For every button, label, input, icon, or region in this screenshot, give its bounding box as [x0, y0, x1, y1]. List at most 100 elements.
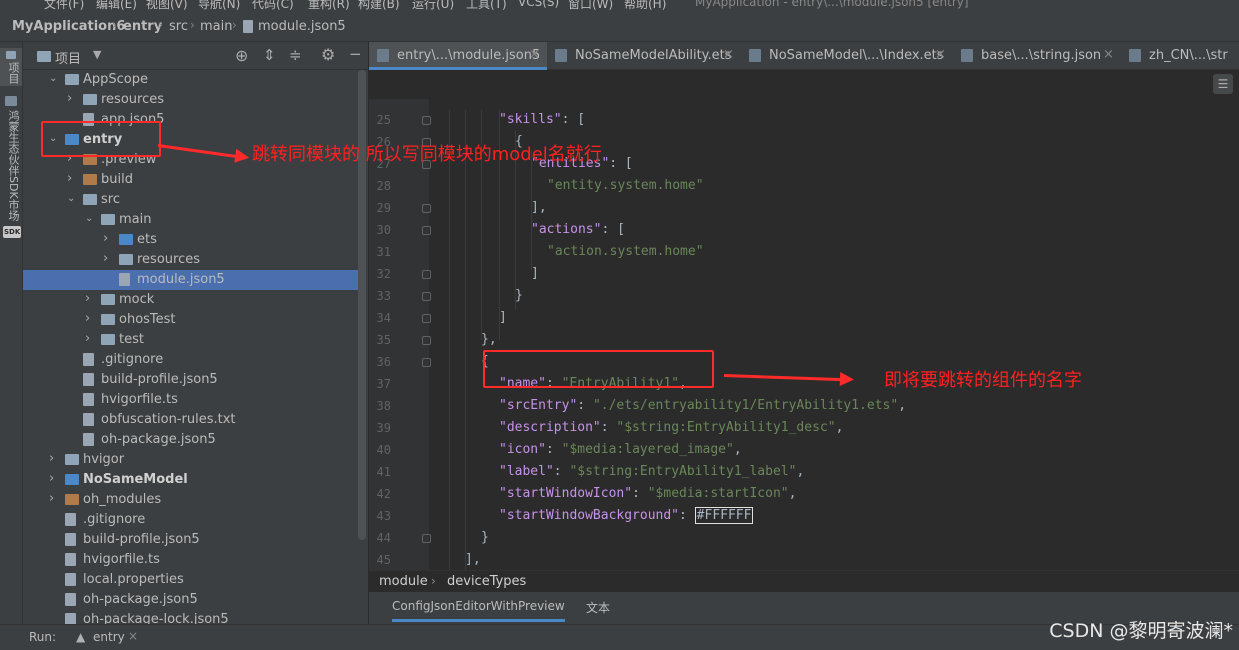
tree-item[interactable]: oh-package.json5	[23, 430, 358, 450]
menu-item[interactable]: 工具(T)	[466, 0, 507, 12]
tree-item[interactable]: .gitignore	[23, 350, 358, 370]
editor-breadcrumb-module[interactable]: module	[379, 574, 428, 589]
run-config-tab[interactable]: entry	[93, 630, 125, 644]
tree-item[interactable]: › build	[23, 170, 358, 190]
chevron-right-icon[interactable]: ›	[49, 491, 59, 506]
chevron-right-icon[interactable]: ›	[67, 171, 77, 186]
menu-item[interactable]: 视图(V)	[146, 0, 188, 12]
chevron-right-icon[interactable]: ›	[85, 331, 95, 346]
editor-breadcrumb-devicetypes[interactable]: deviceTypes	[447, 574, 526, 589]
menu-item[interactable]: 构建(B)	[358, 0, 400, 12]
tree-item[interactable]: oh-package-lock.json5	[23, 610, 358, 624]
tree-item-label: hvigor	[83, 452, 125, 467]
close-icon[interactable]: ×	[128, 629, 138, 643]
breadcrumb-file[interactable]: module.json5	[258, 19, 346, 34]
editor-tab[interactable]: base\...\string.json ×	[953, 42, 1121, 70]
tree-item[interactable]: ⌄ AppScope	[23, 70, 358, 90]
fold-marker-icon[interactable]	[422, 270, 431, 279]
breadcrumb-project[interactable]: MyApplication6	[12, 19, 125, 34]
tree-item[interactable]: obfuscation-rules.txt	[23, 410, 358, 430]
editor-tab[interactable]: NoSameModelAbility.ets ×	[547, 42, 741, 70]
tree-item[interactable]: ⌄ src	[23, 190, 358, 210]
fold-marker-icon[interactable]	[422, 116, 431, 125]
tree-item[interactable]: .gitignore	[23, 510, 358, 530]
breadcrumb-module[interactable]: entry	[123, 19, 162, 34]
tree-item[interactable]: › oh_modules	[23, 490, 358, 510]
code-line: ]	[499, 310, 507, 332]
menu-item[interactable]: 运行(U)	[412, 0, 454, 12]
fold-marker-icon[interactable]	[422, 358, 431, 367]
expand-all-icon[interactable]: ⇕	[263, 46, 276, 64]
fold-marker-icon[interactable]	[422, 336, 431, 345]
collapse-all-icon[interactable]: ≑	[289, 46, 302, 64]
editor-tab[interactable]: zh_CN\...\str	[1121, 42, 1239, 70]
tree-item[interactable]: ⌄ main	[23, 210, 358, 230]
chevron-down-icon[interactable]: ⌄	[67, 193, 77, 204]
tree-item[interactable]: build-profile.json5	[23, 530, 358, 550]
menu-item[interactable]: 代码(C)	[252, 0, 294, 12]
chevron-right-icon: ›	[112, 18, 117, 32]
minimize-icon[interactable]: −	[349, 45, 362, 63]
editor-tab[interactable]: entry\...\module.json5 ×	[369, 42, 547, 70]
fold-marker-icon[interactable]	[422, 204, 431, 213]
tree-item[interactable]: module.json5	[23, 270, 358, 290]
chevron-right-icon[interactable]: ›	[49, 451, 59, 466]
tree-item[interactable]: › mock	[23, 290, 358, 310]
editor-tab[interactable]: NoSameModel\...\Index.ets ×	[741, 42, 953, 70]
chevron-down-icon[interactable]: ▼	[93, 48, 101, 61]
close-icon[interactable]: ×	[529, 47, 540, 62]
breadcrumb-src[interactable]: src	[169, 19, 188, 34]
line-number: 32	[376, 267, 391, 281]
folder-icon	[65, 494, 79, 505]
tree-item-label: build	[101, 172, 133, 187]
close-icon[interactable]: ×	[1103, 47, 1114, 62]
fold-marker-icon[interactable]	[422, 226, 431, 235]
chevron-right-icon[interactable]: ›	[85, 311, 95, 326]
hamburger-menu-icon[interactable]: ☰	[1213, 74, 1233, 94]
tree-item[interactable]: build-profile.json5	[23, 370, 358, 390]
menu-item[interactable]: VCS(S)	[518, 0, 559, 9]
tree-item[interactable]: hvigorfile.ts	[23, 550, 358, 570]
tree-item[interactable]: › ohosTest	[23, 310, 358, 330]
breadcrumb-main[interactable]: main	[200, 19, 232, 34]
locate-target-icon[interactable]: ⊕	[235, 46, 248, 65]
chevron-right-icon[interactable]: ›	[103, 231, 113, 246]
menu-item[interactable]: 帮助(H)	[624, 0, 666, 12]
menu-item[interactable]: 导航(N)	[198, 0, 240, 12]
fold-marker-icon[interactable]	[422, 292, 431, 301]
chevron-right-icon[interactable]: ›	[67, 91, 77, 106]
project-tool-tab[interactable]: 项目	[0, 48, 22, 86]
menu-item[interactable]: 编辑(E)	[96, 0, 137, 12]
close-icon[interactable]: ×	[723, 47, 734, 62]
fold-marker-icon[interactable]	[422, 534, 431, 543]
menu-item[interactable]: 文件(F)	[44, 0, 84, 12]
tree-item[interactable]: › hvigor	[23, 450, 358, 470]
fold-marker-icon[interactable]	[422, 314, 431, 323]
line-number: 38	[376, 399, 391, 413]
sdk-badge-icon[interactable]: SDK	[3, 226, 22, 238]
tab-text[interactable]: 文本	[586, 599, 610, 616]
code-token: "description"	[499, 420, 601, 435]
tree-item[interactable]: › NoSameModel	[23, 470, 358, 490]
tree-item[interactable]: › resources	[23, 250, 358, 270]
close-icon[interactable]: ×	[935, 47, 946, 62]
chevron-down-icon[interactable]: ⌄	[49, 73, 59, 84]
tab-config-json-editor[interactable]: ConfigJsonEditorWithPreview	[392, 599, 565, 622]
tree-item[interactable]: local.properties	[23, 570, 358, 590]
sdk-market-tool-tab[interactable]: 鸿蒙生态伙伴SDK市场	[2, 110, 21, 221]
tree-item[interactable]: hvigorfile.ts	[23, 390, 358, 410]
tree-item-label: oh-package-lock.json5	[83, 612, 229, 624]
tree-item[interactable]: oh-package.json5	[23, 590, 358, 610]
indent-guide	[531, 150, 532, 270]
tree-item[interactable]: › resources	[23, 90, 358, 110]
chevron-right-icon[interactable]: ›	[49, 471, 59, 486]
chevron-right-icon[interactable]: ›	[85, 291, 95, 306]
tree-item[interactable]: › ets	[23, 230, 358, 250]
chevron-down-icon[interactable]: ⌄	[85, 213, 95, 224]
menu-item[interactable]: 重构(R)	[308, 0, 350, 12]
gear-icon[interactable]: ⚙	[321, 45, 335, 64]
chevron-right-icon[interactable]: ›	[103, 251, 113, 266]
menu-item[interactable]: 窗口(W)	[568, 0, 613, 12]
tree-item[interactable]: › test	[23, 330, 358, 350]
project-panel-title[interactable]: 项目	[55, 48, 81, 67]
